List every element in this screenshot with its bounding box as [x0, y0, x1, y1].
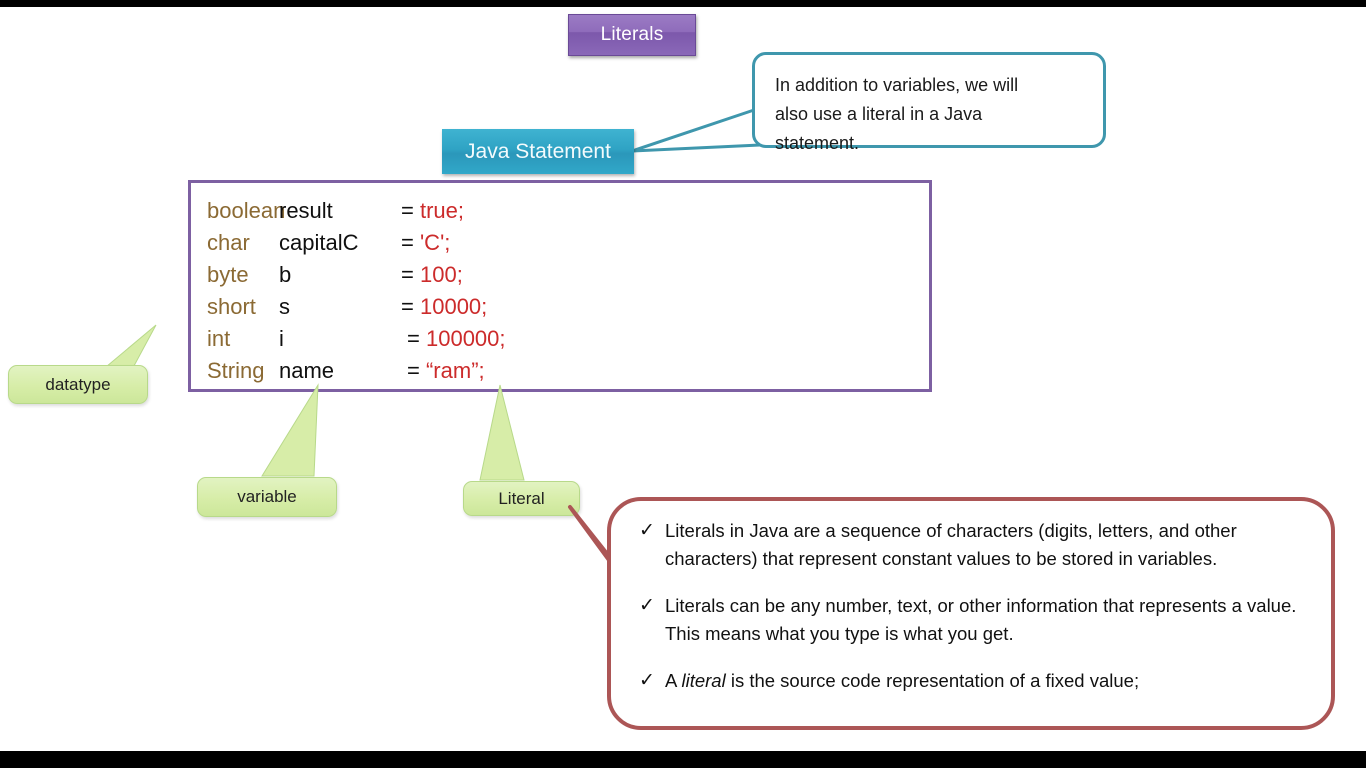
bullet-text: A literal is the source code representat… [665, 670, 1140, 691]
code-equals: = [407, 326, 420, 351]
label-variable: variable [197, 477, 337, 517]
java-statement-label: Java Statement [465, 139, 611, 163]
code-variable: b [279, 262, 292, 287]
code-variable: capitalC [279, 230, 359, 255]
code-equals: = [401, 294, 414, 319]
slide-canvas: Literals Java Statement In addition to v… [0, 7, 1366, 751]
variable-callout-tail [261, 383, 319, 477]
literal-callout-tail [479, 384, 525, 481]
code-equals: = [401, 262, 414, 287]
code-equals: = [401, 230, 414, 255]
check-icon: ✓ [639, 595, 655, 616]
code-row: booleanresult = true; [207, 195, 929, 227]
bullet-item: ✓ Literals can be any number, text, or o… [639, 592, 1305, 648]
bullet-item: ✓ A literal is the source code represent… [639, 667, 1305, 695]
code-variable: s [279, 294, 290, 319]
bullet-text: Literals in Java are a sequence of chara… [665, 520, 1237, 569]
letterbox-bottom [0, 751, 1366, 768]
code-datatype: byte [207, 262, 249, 287]
code-variable: i [279, 326, 284, 351]
bullet-text: Literals can be any number, text, or oth… [665, 595, 1297, 644]
code-literal: true; [419, 198, 465, 223]
code-datatype: int [207, 326, 231, 351]
code-row: byte b = 100; [207, 259, 929, 291]
bullet-item: ✓ Literals in Java are a sequence of cha… [639, 517, 1305, 573]
label-datatype-text: datatype [45, 374, 111, 394]
code-datatype: boolean [207, 198, 286, 223]
callout-line-2: also use a literal in a Java [775, 104, 983, 124]
code-literal: 100; [419, 262, 463, 287]
slide-stage: Literals Java Statement In addition to v… [0, 0, 1366, 768]
code-literal: 10000; [419, 294, 488, 319]
slide-title-label: Literals [600, 24, 664, 45]
java-statement-chip: Java Statement [442, 129, 634, 174]
code-row: String name = “ram”; [207, 355, 929, 387]
code-literal: “ram”; [425, 358, 485, 383]
code-datatype: short [207, 294, 256, 319]
callout-line-1: In addition to variables, we will [775, 75, 1019, 95]
literals-description-callout: ✓ Literals in Java are a sequence of cha… [607, 497, 1335, 730]
code-datatype: char [207, 230, 250, 255]
code-row: int i = 100000; [207, 323, 929, 355]
check-icon: ✓ [639, 520, 655, 541]
code-datatype: String [207, 358, 265, 383]
code-variable: name [279, 358, 335, 383]
code-equals: = [401, 198, 414, 223]
code-variable: result [279, 198, 333, 223]
check-icon: ✓ [639, 670, 655, 691]
java-code-block: booleanresult = true; char capitalC = 'C'; … [188, 180, 932, 392]
label-datatype: datatype [8, 365, 148, 404]
letterbox-top [0, 0, 1366, 7]
code-equals: = [407, 358, 420, 383]
code-row: char capitalC = 'C'; [207, 227, 929, 259]
java-statement-callout: In addition to variables, we will also u… [752, 52, 1106, 153]
slide-title-chip: Literals [568, 14, 696, 56]
callout-line-3: statement. [775, 133, 860, 153]
code-literal: 'C'; [419, 230, 451, 255]
label-literal-text: Literal [498, 488, 545, 508]
code-literal: 100000; [425, 326, 506, 351]
label-variable-text: variable [237, 487, 297, 506]
java-statement-callout-tail [630, 106, 762, 153]
code-row: short s = 10000; [207, 291, 929, 323]
